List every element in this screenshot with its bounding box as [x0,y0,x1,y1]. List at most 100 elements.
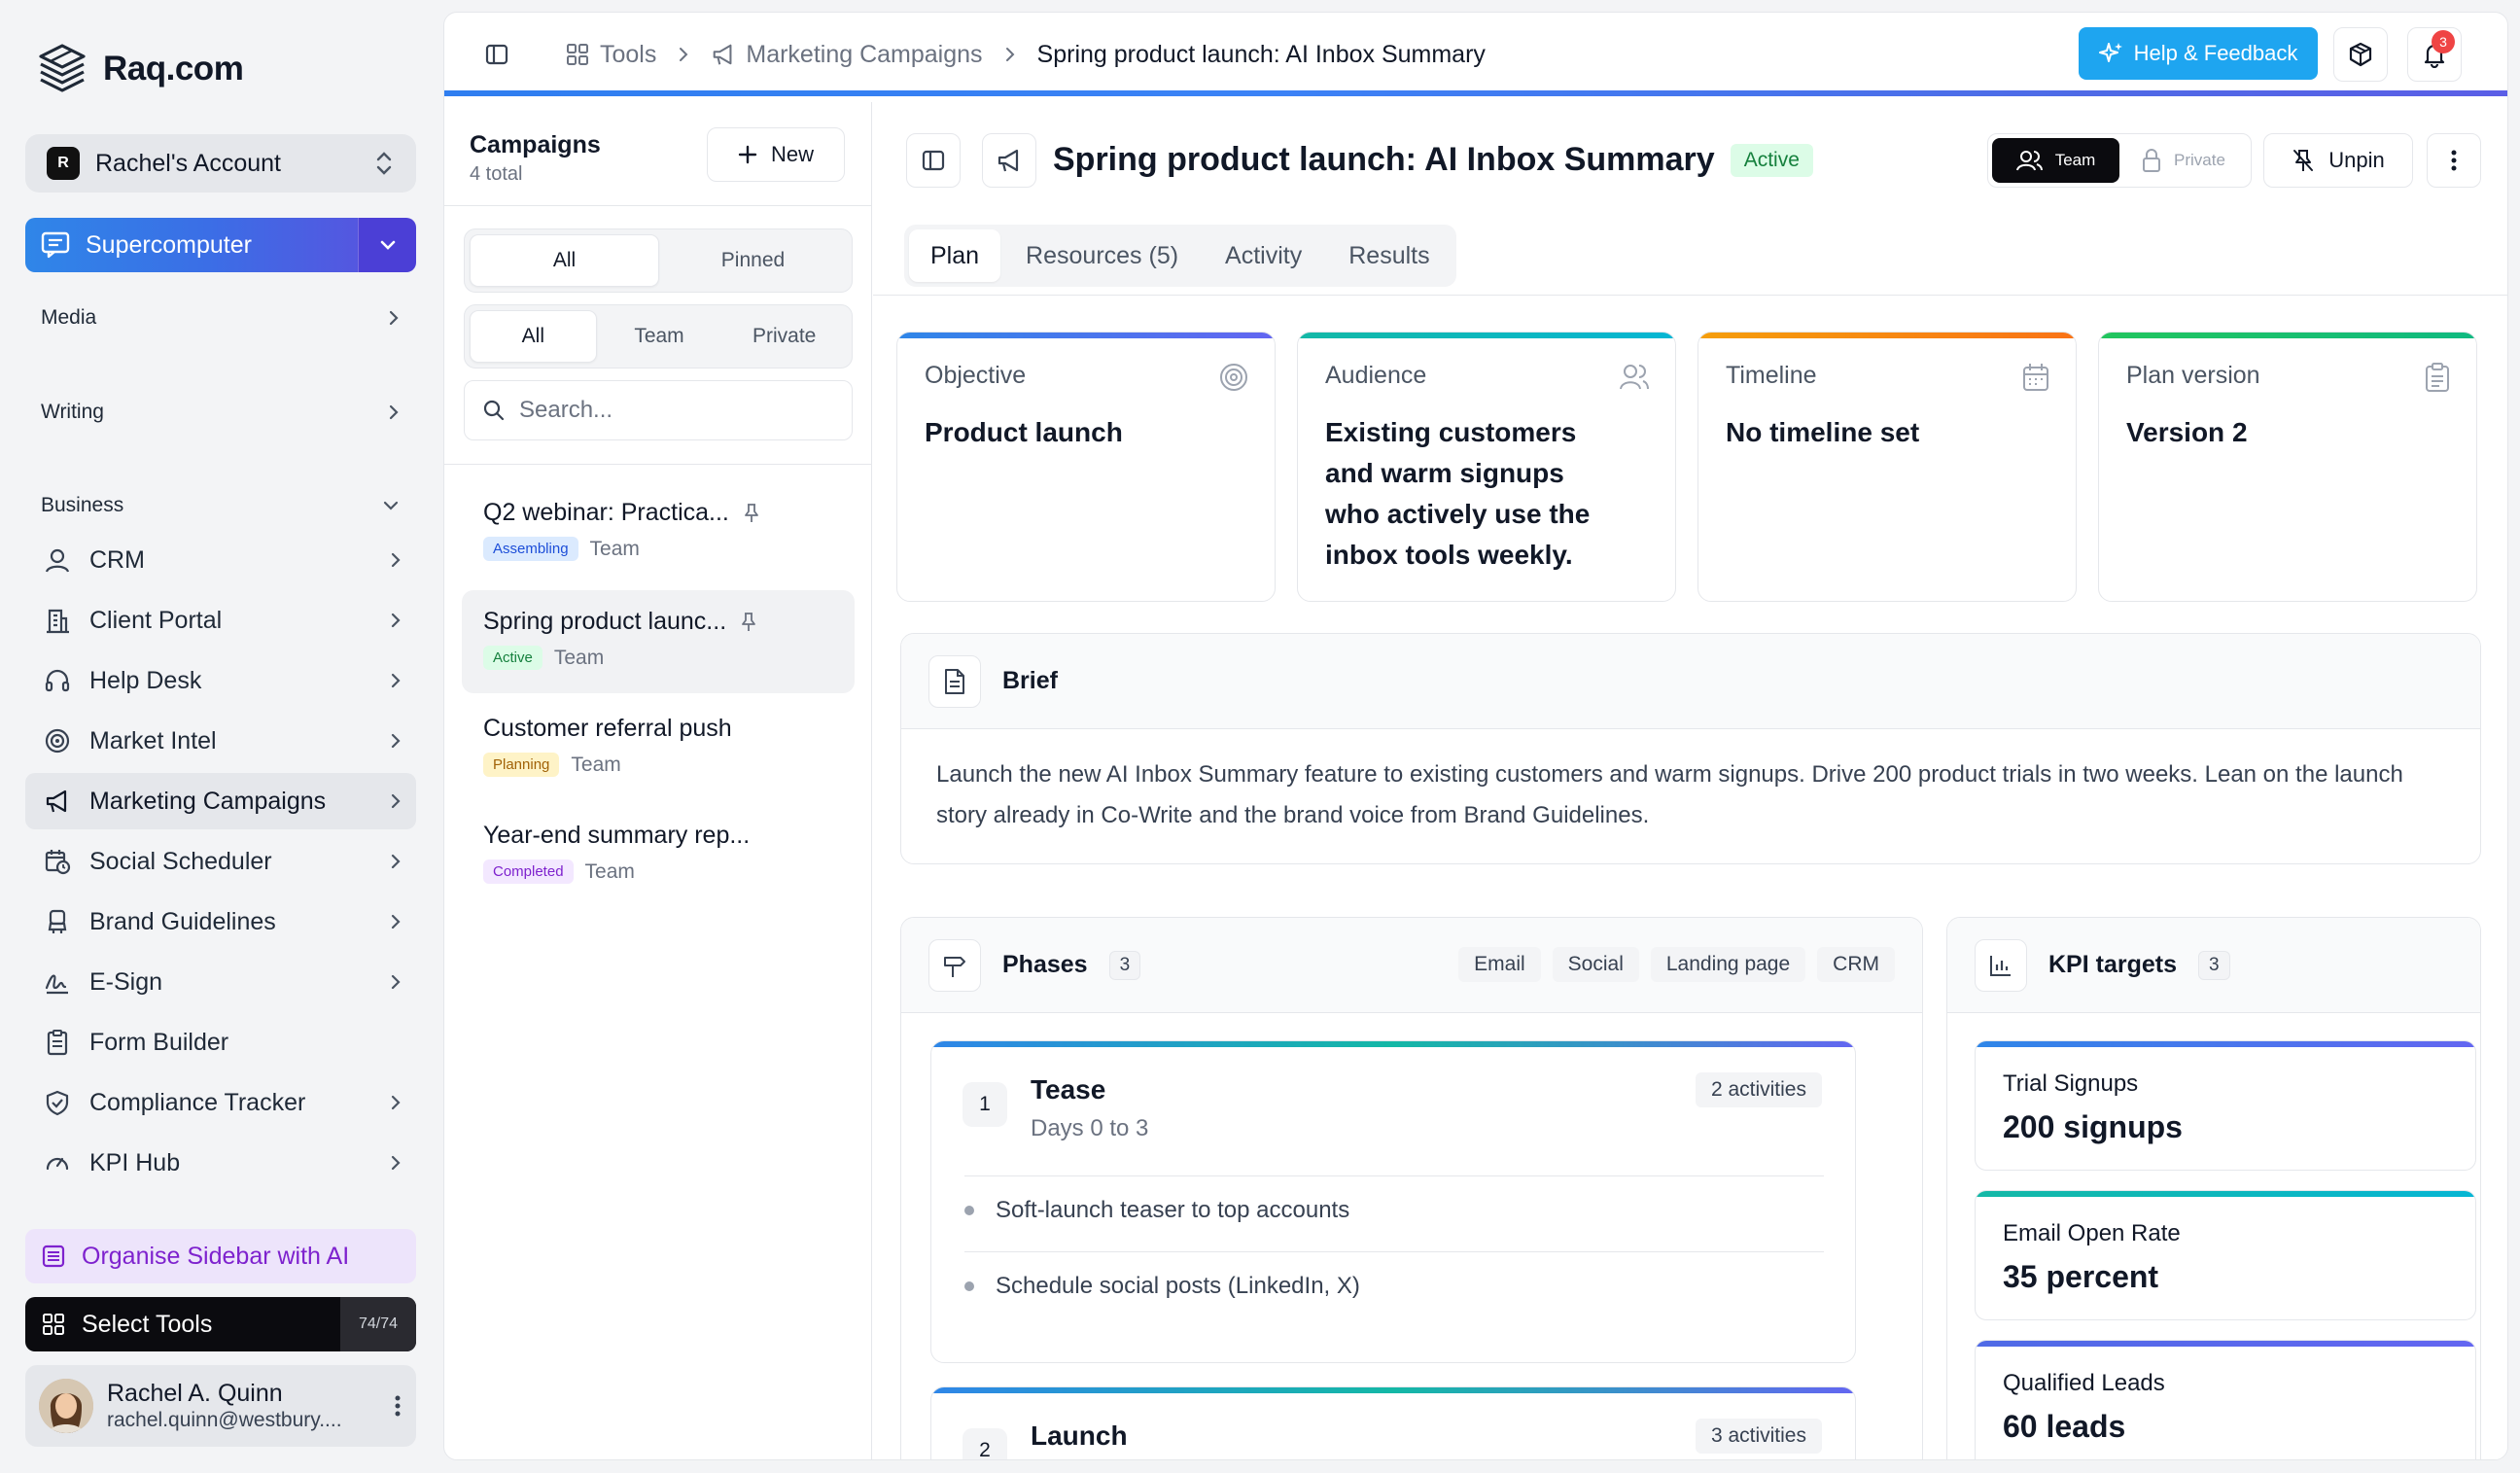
status-badge: Active [483,646,542,670]
toggle-list-button[interactable] [906,133,961,188]
sidebar-item-e-sign[interactable]: E-Sign [25,954,416,1010]
sidebar-item-label: E-Sign [89,967,163,996]
grid-icon [41,1312,66,1337]
new-campaign-button[interactable]: New [707,127,845,182]
pin-filter: All Pinned [464,228,853,293]
sidebar-item-social-scheduler[interactable]: Social Scheduler [25,833,416,890]
search-input[interactable] [519,397,830,424]
sidebar-item-help-desk[interactable]: Help Desk [25,652,416,709]
tab-results[interactable]: Results [1327,229,1451,282]
users-icon [2015,149,2044,172]
activity-text: Soft-launch teaser to top accounts [996,1197,1350,1223]
target-icon [39,722,76,759]
campaign-visibility: Team [589,537,640,560]
unpin-button[interactable]: Unpin [2263,133,2413,188]
sidebar-item-crm[interactable]: CRM [25,532,416,588]
card-value: Product launch [925,417,1123,447]
filter-visibility-all[interactable]: All [470,310,597,363]
supercomputer-button[interactable]: Supercomputer [25,218,416,272]
sidebar-item-marketing-campaigns[interactable]: Marketing Campaigns [25,773,416,829]
filter-pinned[interactable]: Pinned [659,234,847,287]
audience-card: Audience Existing customers and warm sig… [1297,332,1676,602]
status-badge: Assembling [483,537,578,561]
brand-name: Raq.com [103,50,244,88]
more-options-button[interactable] [2427,133,2481,188]
phase-card[interactable]: 2 Launch 3 activities [930,1386,1856,1459]
breadcrumb-campaigns[interactable]: Marketing Campaigns [746,41,982,69]
sidebar-section-media[interactable]: Media [25,297,416,339]
supercomputer-dropdown[interactable] [358,218,416,272]
sidebar-item-compliance-tracker[interactable]: Compliance Tracker [25,1074,416,1131]
list-icon [41,1244,66,1269]
card-label: Timeline [1726,362,1817,389]
phase-card[interactable]: 1 Tease Days 0 to 3 2 activities Soft-la… [930,1040,1856,1363]
campaign-item[interactable]: Q2 webinar: Practica... Assembling Team [462,481,855,584]
status-badge: Planning [483,753,560,777]
more-vertical-icon[interactable] [393,1393,402,1419]
notifications-button[interactable]: 3 [2407,27,2462,82]
kpi-targets-section: KPI targets 3 Trial Signups 200 signups … [1946,917,2481,1459]
tab-plan[interactable]: Plan [909,229,1001,282]
supercomputer-main[interactable]: Supercomputer [25,218,358,272]
more-vertical-icon [2449,148,2459,173]
chevron-right-icon [1004,46,1016,63]
phase-number: 2 [962,1428,1007,1459]
campaign-item[interactable]: Customer referral push Planning Team [462,697,855,800]
panel-left-icon [922,150,945,171]
phase-days: Days 0 to 3 [1031,1115,1149,1141]
kpi-label: Email Open Rate [2003,1220,2181,1246]
chevron-right-icon [389,611,402,630]
pin-icon [743,503,760,524]
sidebar-item-client-portal[interactable]: Client Portal [25,592,416,649]
campaign-icon-box [982,133,1036,188]
pin-off-icon [2292,148,2315,173]
help-feedback-button[interactable]: Help & Feedback [2079,27,2318,80]
kpi-label: Qualified Leads [2003,1370,2165,1396]
sidebar-toggle-icon[interactable] [485,44,508,65]
sidebar-item-kpi-hub[interactable]: KPI Hub [25,1135,416,1191]
kpi-card[interactable]: Email Open Rate 35 percent [1975,1190,2476,1320]
lock-icon [2141,148,2162,173]
phases-section: Phases 3 Email Social Landing page CRM 1… [900,917,1923,1459]
kpi-card[interactable]: Trial Signups 200 signups [1975,1040,2476,1171]
detail-header: Spring product launch: AI Inbox Summary … [873,102,2507,207]
sidebar: Raq.com R Rachel's Account Supercomputer… [0,0,438,1473]
filter-team[interactable]: Team [597,310,722,363]
chevron-right-icon [389,1153,402,1173]
select-tools-button[interactable]: Select Tools 74/74 [25,1297,416,1351]
bar-chart-icon [1975,938,2027,992]
account-switcher[interactable]: R Rachel's Account [25,134,416,193]
raq-logo-icon [35,42,89,96]
visibility-team[interactable]: Team [1992,138,2119,183]
chevron-right-icon [678,46,689,63]
breadcrumb: Tools Marketing Campaigns Spring product… [565,41,1486,69]
tab-activity[interactable]: Activity [1204,229,1323,282]
campaign-item[interactable]: Spring product launc... Active Team [462,590,855,693]
sidebar-section-business[interactable]: Business [25,484,416,527]
sidebar-item-form-builder[interactable]: Form Builder [25,1014,416,1070]
account-avatar: R [47,147,80,180]
campaigns-title: Campaigns [470,131,601,158]
divider [964,1251,1824,1252]
sidebar-item-label: Marketing Campaigns [89,787,327,815]
campaign-item[interactable]: Year-end summary rep... Completed Team [462,804,855,907]
channel-tag: Email [1458,947,1541,982]
filter-all[interactable]: All [470,234,659,287]
clipboard-icon [2424,362,2451,393]
chevron-right-icon [389,550,402,570]
sidebar-section-writing[interactable]: Writing [25,391,416,434]
tab-resources[interactable]: Resources (5) [1004,229,1200,282]
brand[interactable]: Raq.com [35,39,244,99]
organise-sidebar-button[interactable]: Organise Sidebar with AI [25,1229,416,1283]
filter-private[interactable]: Private [721,310,847,363]
phase-name: Tease [1031,1074,1106,1105]
visibility-private[interactable]: Private [2119,138,2247,183]
organise-label: Organise Sidebar with AI [82,1242,350,1270]
kpi-card[interactable]: Qualified Leads 60 leads [1975,1340,2476,1459]
packages-button[interactable] [2333,27,2388,82]
sidebar-item-brand-guidelines[interactable]: Brand Guidelines [25,894,416,950]
breadcrumb-tools[interactable]: Tools [600,41,656,69]
user-card[interactable]: Rachel A. Quinn rachel.quinn@westbury...… [25,1365,416,1447]
sidebar-item-market-intel[interactable]: Market Intel [25,713,416,769]
notification-count: 3 [2432,30,2455,53]
